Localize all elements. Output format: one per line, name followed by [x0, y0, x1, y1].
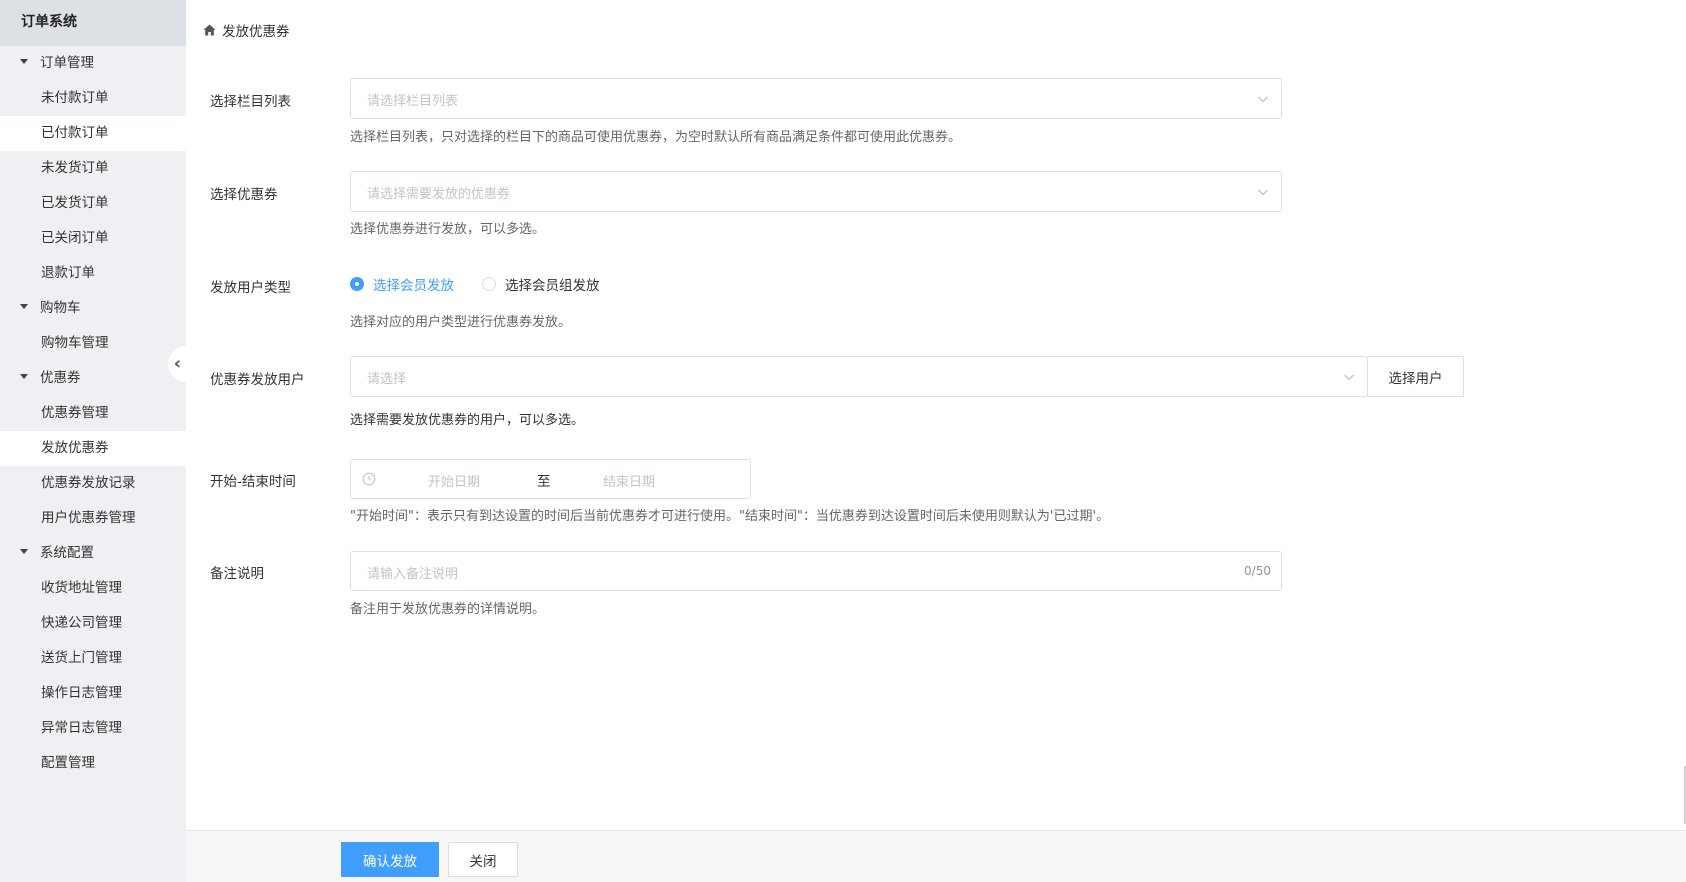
sidebar-group-label: 优惠券 — [40, 370, 81, 386]
sidebar-item-paid-orders[interactable]: 已付款订单 — [0, 116, 186, 151]
close-button[interactable]: 关闭 — [448, 842, 518, 877]
time-range-hint: "开始时间"：表示只有到达设置的时间后当前优惠券才可进行使用。"结束时间"：当优… — [350, 509, 1110, 524]
sidebar: 订单系统 订单管理 未付款订单 已付款订单 未发货订单 已发货订单 已关闭订单 … — [0, 0, 186, 882]
coupon-label: 选择优惠券 — [210, 187, 278, 203]
sidebar-item-unpaid-orders[interactable]: 未付款订单 — [0, 81, 186, 116]
users-placeholder: 请选择 — [367, 372, 407, 387]
caret-down-icon — [20, 373, 28, 379]
clock-icon — [362, 472, 376, 486]
sidebar-title: 订单系统 — [0, 0, 186, 46]
column-list-label: 选择栏目列表 — [210, 94, 291, 110]
sidebar-item-unshipped-orders[interactable]: 未发货订单 — [0, 151, 186, 186]
radio-dot — [350, 277, 364, 291]
caret-down-icon — [20, 58, 28, 64]
main-content: 发放优惠券 选择栏目列表 请选择栏目列表 选择栏目列表，只对选择的栏目下的商品可… — [186, 0, 1686, 882]
sidebar-group-label: 订单管理 — [40, 55, 94, 71]
sidebar-item-delivery-management[interactable]: 送货上门管理 — [0, 641, 186, 676]
sidebar-group-label: 购物车 — [40, 300, 81, 316]
chevron-down-icon — [1258, 189, 1268, 196]
select-user-button[interactable]: 选择用户 — [1367, 356, 1464, 397]
remark-label: 备注说明 — [210, 566, 264, 582]
column-list-select[interactable]: 请选择栏目列表 — [350, 78, 1282, 119]
time-range-label: 开始-结束时间 — [210, 474, 296, 490]
coupon-select[interactable]: 请选择需要发放的优惠券 — [350, 171, 1282, 212]
breadcrumb-current: 发放优惠券 — [222, 24, 290, 40]
sidebar-item-exception-log[interactable]: 异常日志管理 — [0, 711, 186, 746]
sidebar-item-config-management[interactable]: 配置管理 — [0, 746, 186, 781]
sidebar-item-user-coupon-management[interactable]: 用户优惠券管理 — [0, 501, 186, 536]
sidebar-item-shipped-orders[interactable]: 已发货订单 — [0, 186, 186, 221]
confirm-issue-button[interactable]: 确认发放 — [341, 842, 439, 877]
chevron-down-icon — [1344, 374, 1354, 381]
sidebar-item-address-management[interactable]: 收货地址管理 — [0, 571, 186, 606]
start-date-input[interactable]: 开始日期 — [428, 471, 480, 490]
sidebar-item-refund-orders[interactable]: 退款订单 — [0, 256, 186, 291]
footer-bar: 确认发放 关闭 — [186, 830, 1686, 882]
coupon-hint: 选择优惠券进行发放，可以多选。 — [350, 222, 546, 237]
end-date-input[interactable]: 结束日期 — [603, 471, 655, 490]
user-type-radio-group: 选择会员发放 选择会员组发放 — [350, 274, 628, 294]
coupon-placeholder: 请选择需要发放的优惠券 — [367, 187, 511, 202]
chevron-left-icon: ‹ — [173, 353, 182, 374]
column-list-placeholder: 请选择栏目列表 — [367, 94, 459, 109]
column-list-hint: 选择栏目列表，只对选择的栏目下的商品可使用优惠券，为空时默认所有商品满足条件都可… — [350, 130, 962, 145]
caret-down-icon — [20, 548, 28, 554]
radio-member-group-label: 选择会员组发放 — [505, 278, 600, 294]
sidebar-item-courier-management[interactable]: 快递公司管理 — [0, 606, 186, 641]
sidebar-group-coupons[interactable]: 优惠券 — [0, 361, 186, 396]
sidebar-nav: 订单管理 未付款订单 已付款订单 未发货订单 已发货订单 已关闭订单 退款订单 … — [0, 46, 186, 781]
home-icon — [203, 24, 216, 36]
radio-member-group[interactable]: 选择会员组发放 — [482, 274, 600, 294]
sidebar-item-closed-orders[interactable]: 已关闭订单 — [0, 221, 186, 256]
date-separator: 至 — [537, 474, 551, 490]
user-type-label: 发放用户类型 — [210, 280, 291, 296]
remark-input[interactable]: 请输入备注说明 0/50 — [350, 551, 1282, 591]
chevron-down-icon — [1258, 96, 1268, 103]
sidebar-item-cart-management[interactable]: 购物车管理 — [0, 326, 186, 361]
remark-placeholder: 请输入备注说明 — [367, 567, 459, 582]
sidebar-item-issue-coupon[interactable]: 发放优惠券 — [0, 431, 186, 466]
remark-hint: 备注用于发放优惠券的详情说明。 — [350, 602, 546, 617]
user-type-hint: 选择对应的用户类型进行优惠券发放。 — [350, 315, 572, 330]
sidebar-item-operation-log[interactable]: 操作日志管理 — [0, 676, 186, 711]
sidebar-item-coupon-issue-records[interactable]: 优惠券发放记录 — [0, 466, 186, 501]
sidebar-group-label: 系统配置 — [40, 545, 94, 561]
sidebar-item-coupon-management[interactable]: 优惠券管理 — [0, 396, 186, 431]
users-hint: 选择需要发放优惠券的用户，可以多选。 — [350, 413, 585, 428]
users-label: 优惠券发放用户 — [210, 372, 305, 388]
sidebar-group-system-config[interactable]: 系统配置 — [0, 536, 186, 571]
users-select[interactable]: 请选择 — [350, 356, 1368, 397]
caret-down-icon — [20, 303, 28, 309]
radio-dot — [482, 277, 496, 291]
radio-member-label: 选择会员发放 — [373, 278, 454, 294]
breadcrumb: 发放优惠券 — [203, 20, 290, 40]
radio-member[interactable]: 选择会员发放 — [350, 274, 454, 294]
sidebar-group-orders[interactable]: 订单管理 — [0, 46, 186, 81]
remark-char-counter: 0/50 — [1244, 564, 1271, 578]
sidebar-group-cart[interactable]: 购物车 — [0, 291, 186, 326]
date-range-picker[interactable]: 开始日期 至 结束日期 — [350, 459, 751, 499]
